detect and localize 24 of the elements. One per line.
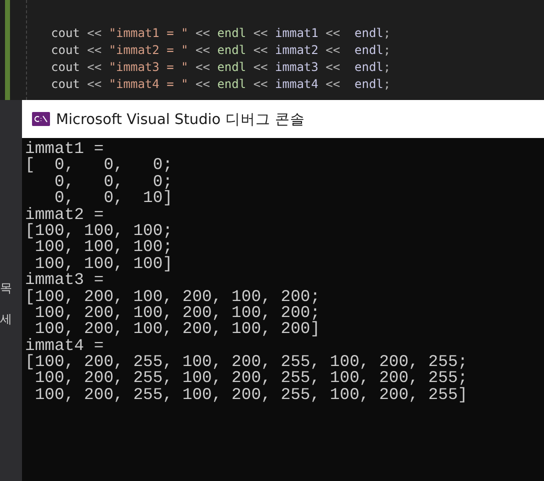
console-line: 100, 200, 255, 100, 200, 255, 100, 200, 255] [34, 386, 469, 404]
code-line: cout << "immat2 = " << endl << immat2 << endl; [51, 42, 391, 59]
code-line: cout << "immat4 = " << endl << immat4 << endl; [51, 76, 391, 93]
console-line: 0, 0, 0; [54, 174, 174, 190]
panel-label: 목 [0, 280, 13, 297]
console-line: 100, 200, 100, 200, 100, 200; [34, 304, 322, 322]
console-line: immat1 = [25, 141, 105, 158]
console-line: 0, 0, 10] [54, 190, 174, 207]
console-line: [ 0, 0, 0; [25, 157, 174, 174]
code-line: cout << "immat1 = " << endl << immat1 << endl; [51, 25, 391, 42]
window-title: Microsoft Visual Studio 디버그 콘솔 [56, 110, 305, 128]
console-line: 100, 200, 255, 100, 200, 255, 100, 200, 255; [34, 370, 469, 387]
console-line: [100, 200, 100, 200, 100, 200; [25, 288, 322, 305]
console-line: 100, 100, 100; [34, 239, 174, 256]
console-line: immat4 = [25, 338, 104, 354]
console-line: 100, 200, 100, 200, 100, 200] [34, 321, 322, 338]
code-line: cout << "immat3 = " << endl << immat3 << endl; [51, 59, 391, 76]
console-line: immat2 = [25, 206, 104, 223]
console-line: [100, 100, 100; [25, 222, 174, 240]
console-line: immat3 = [25, 272, 104, 289]
console-line: 100, 100, 100] [34, 256, 174, 272]
console-line: [100, 200, 255, 100, 200, 255, 100, 200, 255; [25, 354, 469, 370]
panel-label: 세 [0, 311, 13, 328]
console-icon [32, 112, 50, 126]
